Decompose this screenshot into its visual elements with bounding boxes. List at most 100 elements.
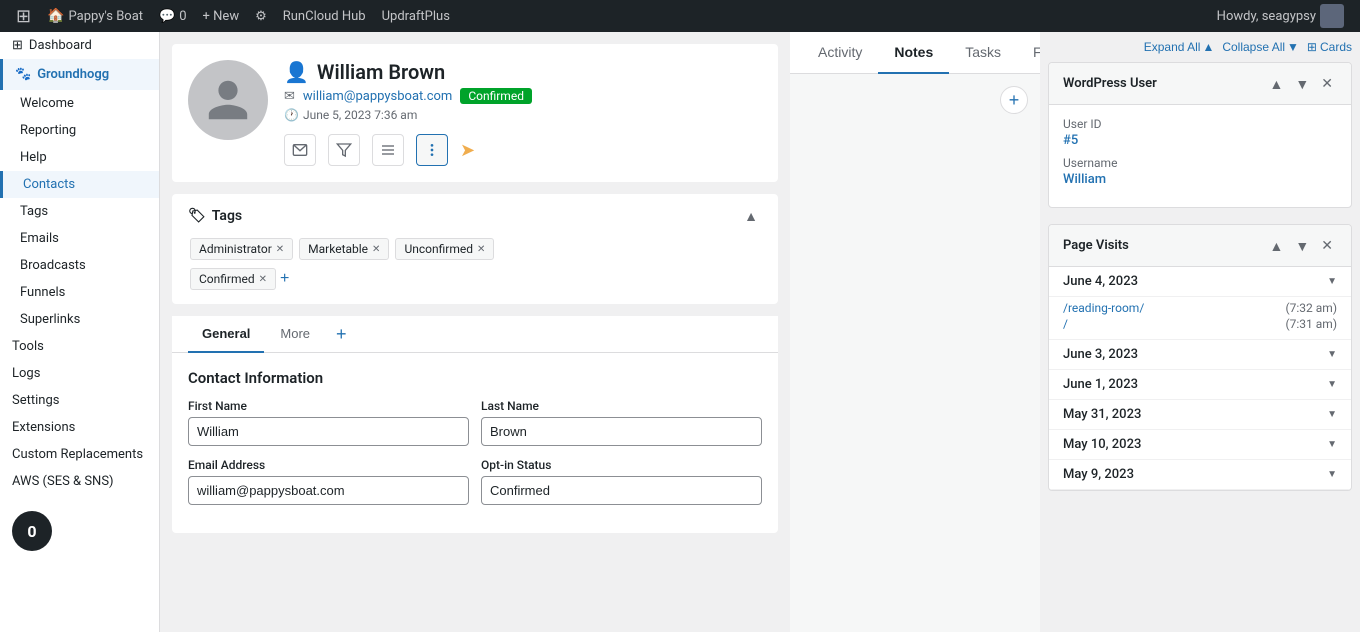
first-name-input[interactable] bbox=[188, 417, 469, 446]
sidebar-item-tags[interactable]: Tags bbox=[0, 198, 159, 225]
tags-header: 🏷 Tags ▲ bbox=[188, 206, 762, 226]
contact-person-icon: 👤 bbox=[284, 60, 309, 84]
tag-chip-administrator: Administrator ✕ bbox=[190, 238, 293, 260]
site-name-item[interactable]: 🏠 Pappy's Boat bbox=[39, 0, 151, 32]
add-section-btn[interactable]: + bbox=[330, 324, 353, 345]
comment-count: 0 bbox=[179, 9, 186, 24]
groundhogg-icon-item[interactable]: ⚙ bbox=[247, 0, 275, 32]
more-action-btn[interactable] bbox=[416, 134, 448, 166]
collapse-all-btn[interactable]: Collapse All ▼ bbox=[1222, 40, 1299, 54]
tag-remove-confirmed[interactable]: ✕ bbox=[259, 274, 267, 285]
add-tag-btn[interactable]: + bbox=[280, 270, 289, 288]
contact-date-row: 🕐 June 5, 2023 7:36 am bbox=[284, 108, 762, 122]
filter-icon bbox=[336, 142, 352, 158]
pv-url-0[interactable]: /reading-room/ bbox=[1063, 301, 1144, 315]
sidebar-item-dashboard[interactable]: ⊞ Dashboard bbox=[0, 32, 159, 59]
contact-name-row: 👤 William Brown bbox=[284, 60, 762, 84]
list-icon bbox=[380, 142, 396, 158]
sidebar-item-broadcasts[interactable]: Broadcasts bbox=[0, 252, 159, 279]
email-address-input[interactable] bbox=[188, 476, 469, 505]
admin-bar-right: Howdy, seagypsy bbox=[1209, 0, 1352, 32]
contact-email[interactable]: william@pappysboat.com bbox=[303, 89, 452, 104]
sidebar-item-groundhogg[interactable]: 🐾 Groundhogg bbox=[0, 59, 159, 90]
tags-collapse-btn[interactable]: ▲ bbox=[740, 206, 762, 226]
comments-item[interactable]: 💬 0 bbox=[151, 0, 195, 32]
activity-tab-notes[interactable]: Notes bbox=[878, 32, 949, 74]
sidebar-item-contacts[interactable]: Contacts bbox=[0, 171, 159, 198]
sidebar-item-custom-replacements[interactable]: Custom Replacements bbox=[0, 441, 159, 468]
pv-card-close-btn[interactable]: ✕ bbox=[1317, 235, 1337, 256]
sidebar-extensions-label: Extensions bbox=[12, 420, 75, 435]
list-action-btn[interactable] bbox=[372, 134, 404, 166]
email-action-btn[interactable] bbox=[284, 134, 316, 166]
add-note-btn[interactable]: + bbox=[1000, 86, 1028, 114]
sidebar-item-welcome[interactable]: Welcome bbox=[0, 90, 159, 117]
contact-info-title: Contact Information bbox=[188, 369, 762, 387]
page-visit-item-1[interactable]: June 3, 2023 ▼ bbox=[1049, 340, 1351, 370]
page-visits-card: Page Visits ▲ ▼ ✕ June 4, 2023 ▼ bbox=[1048, 224, 1352, 491]
sidebar-item-emails[interactable]: Emails bbox=[0, 225, 159, 252]
groundhogg-bar-icon: ⚙ bbox=[255, 9, 267, 24]
pv-date-1: June 3, 2023 bbox=[1063, 347, 1138, 362]
page-visit-item-4[interactable]: May 10, 2023 ▼ bbox=[1049, 430, 1351, 460]
tag-chip-marketable: Marketable ✕ bbox=[299, 238, 389, 260]
sidebar-notification-badge: 0 bbox=[0, 495, 159, 557]
tag-label-unconfirmed: Unconfirmed bbox=[404, 242, 473, 256]
mail-icon bbox=[292, 142, 308, 158]
comment-icon: 💬 bbox=[159, 9, 175, 24]
sidebar-superlinks-label: Superlinks bbox=[20, 312, 80, 327]
email-status-badge: Confirmed bbox=[460, 88, 532, 104]
pv-date-3: May 31, 2023 bbox=[1063, 407, 1141, 422]
new-item[interactable]: + New bbox=[195, 0, 248, 32]
page-visit-item-3[interactable]: May 31, 2023 ▼ bbox=[1049, 400, 1351, 430]
notification-count: 0 bbox=[27, 522, 36, 541]
tag-remove-administrator[interactable]: ✕ bbox=[276, 244, 284, 255]
pv-card-down-btn[interactable]: ▼ bbox=[1291, 236, 1313, 256]
contact-left-panel: 👤 William Brown ✉ william@pappysboat.com… bbox=[160, 32, 790, 632]
activity-tab-activity[interactable]: Activity bbox=[802, 32, 878, 74]
last-name-input[interactable] bbox=[481, 417, 762, 446]
page-visit-item-0[interactable]: June 4, 2023 ▼ bbox=[1049, 267, 1351, 297]
sidebar-item-help[interactable]: Help bbox=[0, 144, 159, 171]
wp-card-down-btn[interactable]: ▼ bbox=[1291, 74, 1313, 94]
user-id-value[interactable]: #5 bbox=[1063, 133, 1337, 148]
pv-chevron-2: ▼ bbox=[1327, 379, 1337, 390]
page-visit-item-2[interactable]: June 1, 2023 ▼ bbox=[1049, 370, 1351, 400]
page-visits-card-header: Page Visits ▲ ▼ ✕ bbox=[1049, 225, 1351, 267]
sidebar-funnels-label: Funnels bbox=[20, 285, 65, 300]
page-visit-item-5[interactable]: May 9, 2023 ▼ bbox=[1049, 460, 1351, 490]
howdy-item[interactable]: Howdy, seagypsy bbox=[1209, 0, 1352, 32]
pv-card-up-btn[interactable]: ▲ bbox=[1266, 236, 1288, 256]
opt-in-status-input[interactable] bbox=[481, 476, 762, 505]
activity-tab-tasks[interactable]: Tasks bbox=[949, 32, 1017, 74]
wp-user-card-controls: ▲ ▼ ✕ bbox=[1266, 73, 1337, 94]
tab-more[interactable]: More bbox=[266, 316, 324, 353]
expand-all-btn[interactable]: Expand All ▲ bbox=[1144, 40, 1215, 54]
sidebar-item-settings[interactable]: Settings bbox=[0, 387, 159, 414]
sidebar-item-superlinks[interactable]: Superlinks bbox=[0, 306, 159, 333]
sidebar-item-aws[interactable]: AWS (SES & SNS) bbox=[0, 468, 159, 495]
email-address-label: Email Address bbox=[188, 458, 469, 472]
updraft-item[interactable]: UpdraftPlus bbox=[374, 0, 458, 32]
wp-card-up-btn[interactable]: ▲ bbox=[1266, 74, 1288, 94]
filter-action-btn[interactable] bbox=[328, 134, 360, 166]
cards-btn[interactable]: ⊞ Cards bbox=[1307, 40, 1352, 54]
pv-root-0[interactable]: / bbox=[1063, 317, 1068, 331]
sidebar-item-funnels[interactable]: Funnels bbox=[0, 279, 159, 306]
sidebar-item-logs[interactable]: Logs bbox=[0, 360, 159, 387]
runcloud-item[interactable]: RunCloud Hub bbox=[275, 0, 374, 32]
tag-remove-marketable[interactable]: ✕ bbox=[372, 244, 380, 255]
email-icon: ✉ bbox=[284, 89, 295, 104]
wp-card-close-btn[interactable]: ✕ bbox=[1317, 73, 1337, 94]
tab-general[interactable]: General bbox=[188, 316, 264, 353]
sidebar-item-reporting[interactable]: Reporting bbox=[0, 117, 159, 144]
activity-tab-files[interactable]: Files bbox=[1017, 32, 1040, 74]
wp-logo-item[interactable]: ⊞ bbox=[8, 0, 39, 32]
first-name-group: First Name bbox=[188, 399, 469, 446]
tag-remove-unconfirmed[interactable]: ✕ bbox=[477, 244, 485, 255]
username-value[interactable]: William bbox=[1063, 172, 1337, 187]
contact-date: June 5, 2023 7:36 am bbox=[303, 108, 417, 122]
pv-chevron-5: ▼ bbox=[1327, 469, 1337, 480]
sidebar-item-extensions[interactable]: Extensions bbox=[0, 414, 159, 441]
sidebar-item-tools[interactable]: Tools bbox=[0, 333, 159, 360]
